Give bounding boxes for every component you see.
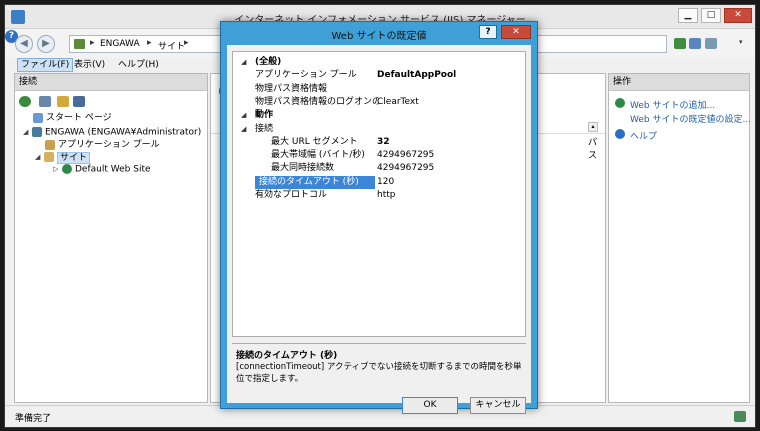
tree-item-sites[interactable]: ◢ サイト (35, 151, 91, 164)
tree-label: スタート ページ (46, 113, 112, 123)
property-row[interactable]: 最大同時接続数 4294967295 (233, 162, 525, 175)
ok-button[interactable]: OK (402, 397, 458, 414)
set-website-defaults-link[interactable]: Web サイトの既定値の設定... (630, 112, 751, 125)
collapse-arrow-icon[interactable]: ◢ (241, 123, 246, 136)
disconnect-icon[interactable] (73, 96, 85, 107)
description-title: 接続のタイムアウト (秒) (236, 351, 338, 361)
collapse-arrow-icon[interactable]: ▷ (53, 163, 62, 175)
property-name: 接続のタイムアウト (秒) (255, 175, 375, 189)
property-row[interactable]: 物理パス資格情報のログオンの種類ClearText (233, 96, 525, 109)
connect-icon[interactable] (19, 96, 31, 107)
save-icon[interactable] (39, 96, 51, 107)
help-link[interactable]: ヘルプ (630, 129, 657, 142)
property-name: 物理パス資格情報のログオンの種類 (255, 96, 379, 107)
property-name: 物理パス資格情報 (255, 83, 328, 94)
collapse-arrow-icon[interactable]: ◢ (241, 109, 246, 122)
menu-view[interactable]: 表示(V) (71, 58, 108, 72)
dialog-title-bar: Web サイトの既定値 ? ✕ (221, 22, 537, 43)
dialog-body: ◢ (全般) アプリケーション プール DefaultAppPool 物理パス資格情報物… (227, 45, 531, 414)
dialog-help-button[interactable]: ? (479, 25, 497, 39)
property-name: アプリケーション プール (255, 70, 357, 81)
forward-button[interactable]: ▶ (37, 35, 55, 53)
breadcrumb-separator-icon[interactable]: ▸ (184, 38, 189, 48)
close-button[interactable]: ✕ (724, 8, 752, 23)
expand-arrow-icon[interactable]: ◢ (35, 151, 44, 163)
breadcrumb-separator-icon: ▸ (90, 38, 95, 48)
property-row[interactable]: ◢ 接続 (233, 123, 525, 136)
description-text: [connectionTimeout] アクティブでない接続を切断するまでの時間… (236, 362, 522, 384)
tree-item-app-pools[interactable]: アプリケーション プール (45, 139, 160, 151)
property-row[interactable]: 最大帯域幅 (バイト/秒) 4294967295 (233, 149, 525, 162)
collapse-arrow-icon[interactable]: ◢ (241, 56, 246, 69)
stop-icon[interactable] (689, 38, 701, 49)
folder-icon[interactable] (57, 96, 69, 107)
property-row[interactable]: 有効なプロトコル http (233, 189, 525, 202)
property-row[interactable]: 最大 URL セグメント 32 (233, 136, 525, 149)
tree-label: アプリケーション プール (58, 140, 160, 150)
cancel-button[interactable]: キャンセル (470, 397, 526, 414)
property-value[interactable]: DefaultAppPool (377, 69, 525, 82)
connections-toolbar (15, 92, 207, 110)
app-pool-icon (45, 139, 55, 150)
property-row[interactable]: 物理パス資格情報 (233, 83, 525, 96)
back-button[interactable]: ◀ (15, 35, 33, 53)
home-icon[interactable] (705, 38, 717, 49)
server-icon (74, 39, 85, 49)
breadcrumb-server[interactable]: ENGAWA (100, 39, 140, 49)
menu-file[interactable]: ファイル(F) (17, 58, 74, 72)
globe-icon (615, 98, 625, 108)
property-value[interactable]: 120 (377, 176, 525, 189)
tree-label: ENGAWA (ENGAWA¥Administrator) (45, 127, 202, 138)
tree-label: Default Web Site (75, 164, 151, 175)
property-grid[interactable]: ◢ (全般) アプリケーション プール DefaultAppPool 物理パス資格情報物… (232, 51, 526, 337)
globe-icon (62, 164, 72, 174)
breadcrumb-separator-icon: ▸ (147, 38, 152, 48)
status-text: 準備完了 (15, 414, 52, 424)
help-dropdown-icon[interactable]: ▾ (739, 38, 743, 46)
category-name: 動作 (255, 110, 274, 121)
maximize-button[interactable]: □ (701, 8, 721, 23)
dialog-close-button[interactable]: ✕ (501, 25, 531, 39)
help-icon (615, 129, 625, 139)
column-header-path[interactable]: パス (588, 135, 605, 161)
add-website-link[interactable]: Web サイトの追加... (630, 98, 715, 111)
property-name: 最大帯域幅 (バイト/秒) (271, 150, 365, 161)
property-row[interactable]: アプリケーション プール DefaultAppPool (233, 69, 525, 82)
property-category[interactable]: ◢ (全般) (233, 56, 525, 69)
property-value[interactable]: 32 (377, 136, 525, 149)
connections-header: 接続 (15, 74, 207, 91)
server-icon (32, 127, 42, 137)
tree-item-server[interactable]: ◢ ENGAWA (ENGAWA¥Administrator) (23, 126, 201, 138)
connections-panel: 接続 スタート ページ ◢ ENGAWA (ENGAWA¥Administrato… (14, 73, 208, 403)
tree-label: サイト (57, 151, 91, 164)
property-description: 接続のタイムアウト (秒) [connectionTimeout] アクティブで… (232, 343, 526, 387)
property-name: 接続 (255, 123, 274, 134)
minimize-button[interactable]: ▁ (678, 8, 698, 23)
property-name: 最大 URL セグメント (271, 136, 358, 147)
actions-header: 操作 (609, 74, 749, 91)
website-defaults-dialog: Web サイトの既定値 ? ✕ ◢ (全般) アプリケーション プール Default… (220, 21, 538, 414)
actions-panel: 操作 Web サイトの追加... Web サイトの既定値の設定... ヘルプ (608, 73, 751, 403)
breadcrumb-sites[interactable]: サイト (158, 39, 185, 52)
property-category[interactable]: ◢ 動作 (233, 109, 525, 122)
sites-folder-icon (44, 152, 54, 162)
tree-item-start-page[interactable]: スタート ページ (33, 112, 112, 124)
property-value[interactable]: ClearText (377, 96, 525, 109)
start-page-icon (33, 112, 43, 123)
category-name: (全般) (255, 57, 282, 67)
property-value[interactable]: 4294967295 (377, 162, 525, 175)
refresh-icon[interactable] (674, 38, 686, 49)
property-row[interactable]: 接続のタイムアウト (秒) 120 (233, 175, 525, 189)
menu-help[interactable]: ヘルプ(H) (115, 58, 162, 72)
property-value[interactable]: http (377, 189, 525, 202)
network-icon (734, 411, 746, 422)
scroll-up-icon[interactable]: ▴ (588, 122, 598, 132)
expand-arrow-icon[interactable]: ◢ (23, 126, 32, 138)
property-name: 最大同時接続数 (271, 163, 335, 174)
property-name: 有効なプロトコル (255, 190, 328, 200)
property-value[interactable]: 4294967295 (377, 149, 525, 162)
tree-item-default-web-site[interactable]: ▷ Default Web Site (53, 163, 151, 175)
